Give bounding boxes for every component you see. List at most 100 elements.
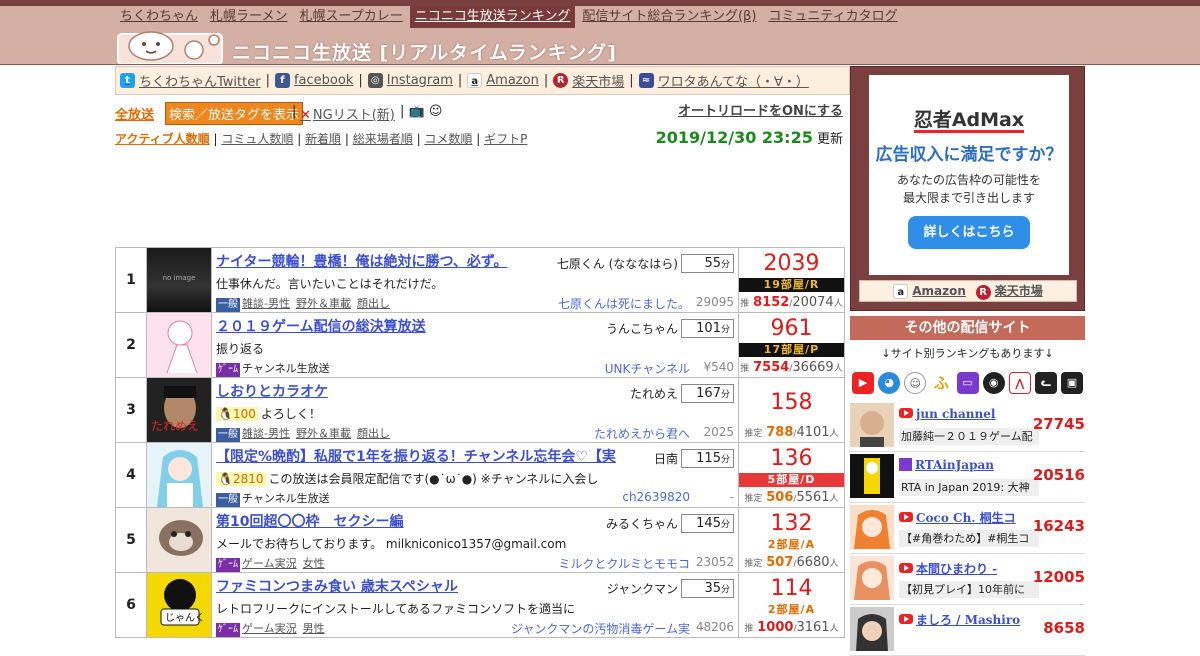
- community-link[interactable]: ミルクとクルミとモモコ: [558, 555, 690, 572]
- stream-thumbnail[interactable]: no image: [147, 248, 212, 312]
- stream-thumbnail[interactable]: [147, 508, 212, 572]
- community-link[interactable]: UNKチャンネル: [605, 360, 690, 377]
- tag-line: 一般 雑談-男性 野外＆車載 顔出し: [216, 425, 396, 442]
- youtube-icon[interactable]: ▶: [852, 372, 874, 394]
- site-logo-icon[interactable]: [116, 26, 226, 64]
- streamer-avatar[interactable]: [850, 403, 894, 447]
- tv-icon[interactable]: 📺: [409, 104, 425, 119]
- streamer-name-link[interactable]: RTAinJapan: [899, 458, 994, 472]
- tag-link[interactable]: 野外＆車載: [296, 427, 351, 440]
- rss-icon: ≈: [638, 73, 654, 88]
- tag-link[interactable]: ゲーム実況: [242, 622, 297, 635]
- tag-link[interactable]: 男性: [303, 622, 325, 635]
- rakuten-shop-link[interactable]: 楽天市場: [995, 284, 1043, 298]
- amazon-link[interactable]: a Amazon: [467, 73, 539, 88]
- minutes-unit: 分: [720, 260, 730, 270]
- rakuten-link[interactable]: R 楽天市場: [553, 71, 624, 90]
- wrota-link[interactable]: ≈ ワロタあんてな（・∀・）: [638, 71, 809, 90]
- mildom-icon[interactable]: ◕: [878, 372, 901, 394]
- streamer-name-link[interactable]: jun channel: [899, 407, 995, 421]
- community-link[interactable]: たれめえから君へ: [594, 425, 690, 442]
- cat-icon[interactable]: ᓚ: [1034, 372, 1057, 394]
- ranking-row: 3 たれめえ しおりとカラオケ たれめえ 167分 🐧100 よろしく！ 一般 雑談…: [115, 378, 845, 443]
- fuwa-icon[interactable]: ふ: [930, 372, 953, 394]
- stream-thumbnail[interactable]: じゃんく: [147, 573, 212, 637]
- instagram-link[interactable]: ◎ Instagram: [367, 73, 453, 88]
- estimate-line: 推 8152/20074人: [740, 295, 843, 310]
- nav-overall-ranking[interactable]: 配信サイト総合ランキング(β): [577, 6, 761, 28]
- community-link[interactable]: ch2639820: [622, 490, 690, 504]
- ad-banner[interactable]: 忍者AdMax 広告収入に満足ですか？ あなたの広告枠の可能性を 最大限まで引き出…: [869, 75, 1069, 275]
- minutes-value: 55: [704, 256, 721, 271]
- streamer-avatar[interactable]: [850, 454, 894, 498]
- twitter-link[interactable]: t ちくわちゃんTwitter: [120, 71, 261, 90]
- stream-title-link[interactable]: 第10回超〇〇枠 セクシー編: [216, 511, 566, 531]
- sort-new[interactable]: 新着順: [305, 132, 341, 146]
- rakuten-icon: R: [975, 285, 991, 300]
- stream-thumbnail[interactable]: [147, 443, 212, 507]
- unit-label: 人: [829, 429, 839, 439]
- sort-comments[interactable]: コメ数順: [424, 132, 472, 146]
- sort-total-visitors[interactable]: 総来場者順: [353, 132, 413, 146]
- tag-link[interactable]: 雑談-男性: [242, 427, 290, 440]
- ad-details-button[interactable]: 詳しくはこちら: [908, 216, 1030, 249]
- community-link[interactable]: ジャンクマンの汚物消毒ゲーム実: [511, 620, 690, 637]
- streamer-name-link[interactable]: 本間ひまわり -: [899, 560, 997, 577]
- streamer-name-link[interactable]: Coco Ch. 桐生コ: [899, 509, 1016, 526]
- nav-niconico-ranking[interactable]: ニコニコ生放送ランキング: [409, 6, 576, 28]
- stream-thumbnail[interactable]: たれめえ: [147, 378, 212, 442]
- tag-link[interactable]: 雑談-男性: [242, 297, 290, 310]
- tag-link[interactable]: 顔出し: [357, 427, 390, 440]
- stream-title: RTA in Japan 2019: 大神: [899, 479, 1039, 496]
- stream-title-link[interactable]: ナイター競輪！豊橋！俺は絶対に勝つ、必ず。: [216, 251, 566, 271]
- owner-name: みるくちゃん: [605, 517, 678, 531]
- amazon-shop-link[interactable]: Amazon: [912, 284, 966, 298]
- ng-list-link[interactable]: ✕ NGリスト(新): [300, 104, 395, 123]
- streamer-avatar[interactable]: [850, 505, 894, 549]
- rakuten-icon: R: [553, 73, 569, 88]
- update-suffix: 更新: [816, 132, 843, 147]
- tag-link[interactable]: 顔出し: [357, 297, 390, 310]
- nav-chikuwa[interactable]: ちくわちゃん: [115, 6, 203, 28]
- streamer-avatar[interactable]: [850, 607, 894, 651]
- sort-gift[interactable]: ギフトP: [484, 132, 527, 146]
- openrec-icon[interactable]: ◉: [982, 372, 1005, 394]
- ranking-row: 2 ２０１９ゲーム配信の総決算放送 うんこちゃん 101分 振り返る ｹﾞｰﾑチ…: [115, 313, 845, 378]
- facebook-link[interactable]: f facebook: [274, 73, 353, 88]
- estimate-label: 推: [740, 364, 750, 374]
- streamer-avatar[interactable]: [850, 556, 894, 600]
- other-sites-heading: その他の配信サイト: [850, 316, 1085, 340]
- stream-thumbnail[interactable]: [147, 313, 212, 377]
- updated-time: 2019/12/30 23:25 更新: [656, 128, 843, 147]
- stream-title: 【初見プレイ】10年前に: [899, 581, 1039, 598]
- stream-title-link[interactable]: ２０１９ゲーム配信の総決算放送: [216, 316, 566, 336]
- sort-active[interactable]: アクティブ人数順: [115, 132, 210, 146]
- estimate-label: 推: [744, 624, 754, 634]
- tag-link[interactable]: ゲーム実況: [242, 557, 297, 570]
- fox-icon[interactable]: ⋀: [1008, 372, 1031, 394]
- nav-community-catalog[interactable]: コミュニティカタログ: [763, 6, 902, 28]
- nav-soupcurry[interactable]: 札幌スープカレー: [295, 6, 408, 28]
- sort-community[interactable]: コミュ人数順: [221, 132, 293, 146]
- tag-toggle-button[interactable]: 検索／放送タグを表示: [165, 102, 304, 125]
- twitch-icon[interactable]: ▭: [956, 372, 979, 394]
- ad-divider: [914, 130, 1024, 133]
- viewer-stats: 132 2部屋/A 推定 507/6680人: [739, 508, 844, 572]
- estimate-line: 推 7554/36669人: [740, 360, 843, 375]
- char-icon[interactable]: ☺: [429, 104, 443, 119]
- streamer-name-link[interactable]: ましろ / Mashiro: [899, 611, 1020, 628]
- show-all-link[interactable]: 全放送: [115, 104, 154, 123]
- nav-ramen[interactable]: 札幌ラーメン: [205, 6, 292, 28]
- tag-link[interactable]: 野外＆車載: [296, 297, 351, 310]
- autoreload-link[interactable]: オートリロードをONにする: [678, 100, 843, 119]
- stream-title-link[interactable]: しおりとカラオケ: [216, 381, 566, 401]
- community-members: 2025: [703, 425, 734, 439]
- stream-description: 🐧100 よろしく！: [216, 405, 736, 422]
- tag-link[interactable]: 女性: [303, 557, 325, 570]
- community-link[interactable]: 七原くんは死にました。: [558, 295, 690, 312]
- stream-title-link[interactable]: ファミコンつまみ食い 歳末スペシャル: [216, 576, 566, 596]
- stream-title-link[interactable]: 【限定%晩酌】私服で1年を振り返る！チャンネル忘年会♡【実: [216, 446, 616, 466]
- svg-text:たれめえ: たれめえ: [151, 419, 199, 433]
- niconico-char-icon[interactable]: ☺: [904, 372, 927, 394]
- tv-icon[interactable]: ▣: [1061, 372, 1083, 394]
